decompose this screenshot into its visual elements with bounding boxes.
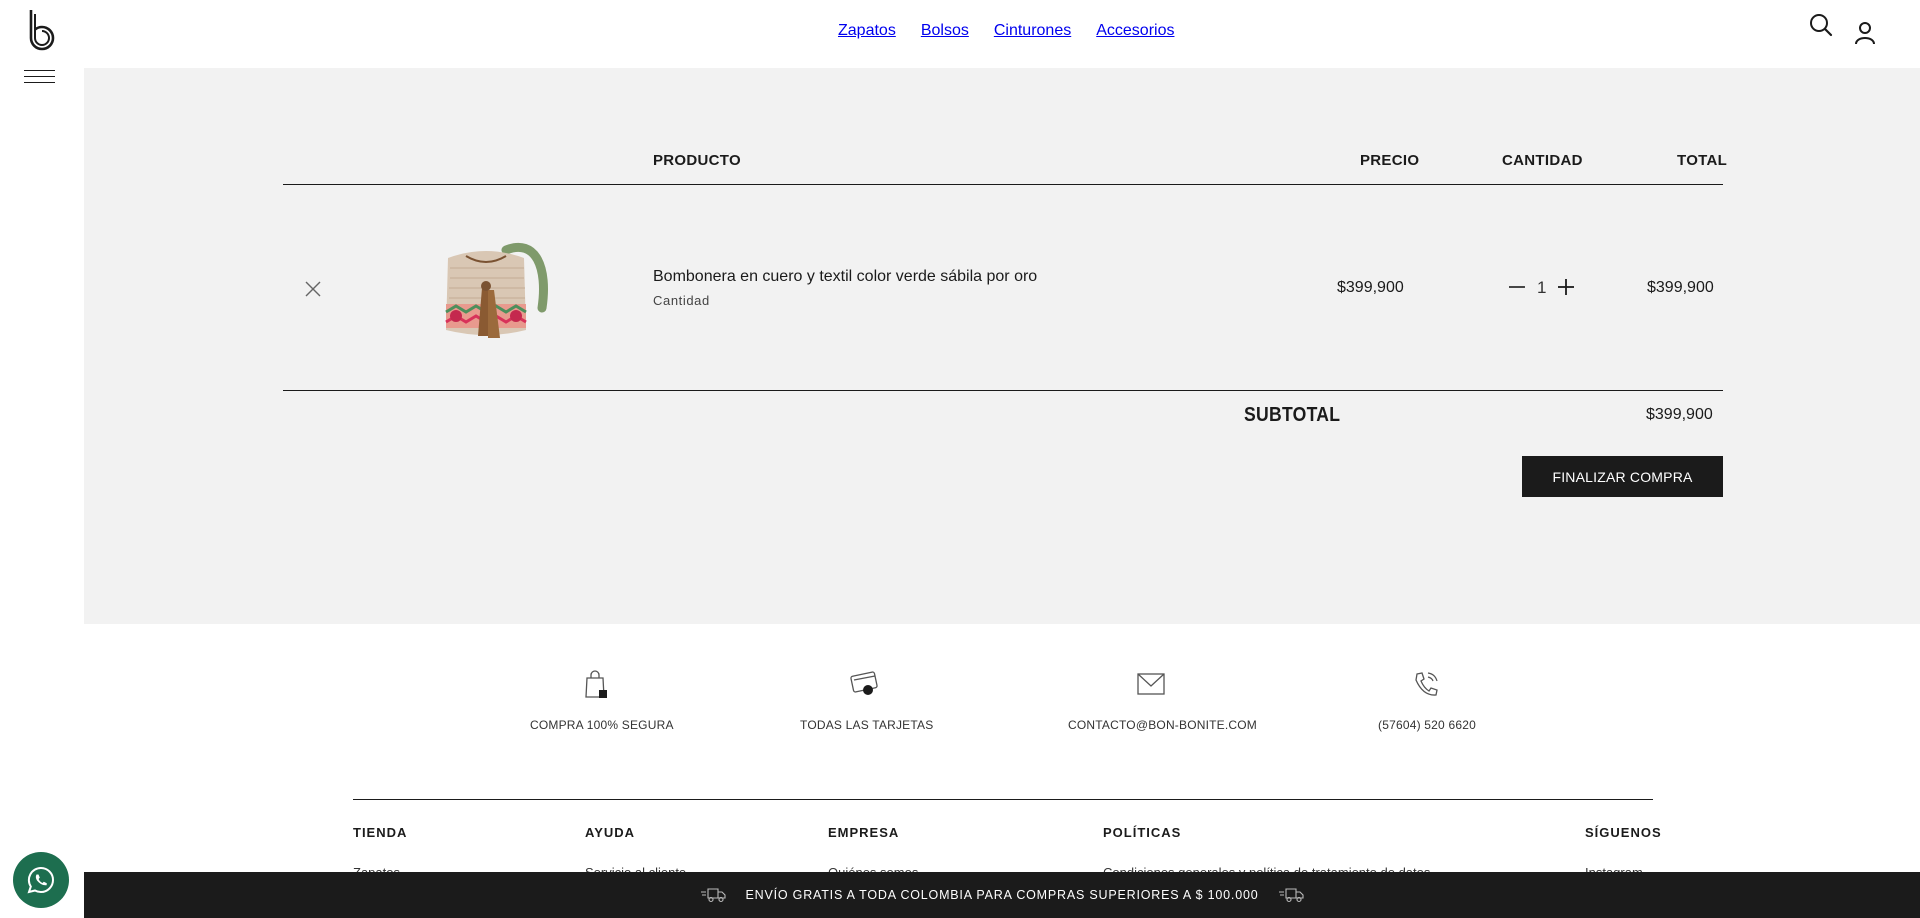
promo-text: ENVÍO GRATIS A TODA COLOMBIA PARA COMPRA…	[745, 888, 1259, 902]
delivery-truck-icon	[700, 888, 726, 903]
search-icon[interactable]	[1808, 12, 1834, 40]
main-nav: Zapatos Bolsos Cinturones Accesorios	[838, 22, 1174, 40]
minus-icon[interactable]	[1508, 276, 1526, 298]
quantity-value[interactable]: 1	[1537, 278, 1546, 298]
remove-item-icon[interactable]	[304, 280, 322, 298]
footer-heading-tienda: TIENDA	[353, 825, 408, 840]
nav-accesorios[interactable]: Accesorios	[1096, 22, 1174, 40]
nav-cinturones[interactable]: Cinturones	[994, 22, 1071, 40]
feature-email[interactable]: CONTACTO@BON-BONITE.COM	[1068, 668, 1257, 732]
site-header: Zapatos Bolsos Cinturones Accesorios	[84, 0, 1920, 68]
footer-heading-empresa: EMPRESA	[828, 825, 900, 840]
subtotal-label: SUBTOTAL	[1244, 404, 1341, 426]
product-quantity-label: Cantidad	[653, 293, 710, 308]
subtotal-divider	[283, 390, 1723, 391]
footer-heading-siguenos: SÍGUENOS	[1585, 825, 1662, 840]
footer-heading-ayuda: AYUDA	[585, 825, 636, 840]
nav-bolsos[interactable]: Bolsos	[921, 22, 969, 40]
feature-email-label[interactable]: CONTACTO@BON-BONITE.COM	[1068, 718, 1257, 732]
left-rail	[0, 0, 84, 918]
phone-icon	[1415, 672, 1438, 696]
card-icon	[850, 671, 878, 695]
plus-icon[interactable]	[1557, 276, 1575, 298]
header-total: TOTAL	[1677, 152, 1728, 169]
feature-phone[interactable]: (57604) 520 6620	[1378, 668, 1476, 732]
cart-panel	[84, 68, 1920, 624]
feature-phone-label[interactable]: (57604) 520 6620	[1378, 718, 1476, 732]
feature-secure-label: COMPRA 100% SEGURA	[530, 718, 674, 732]
footer-heading-politicas: POLÍTICAS	[1103, 825, 1182, 840]
whatsapp-icon	[27, 866, 54, 894]
whatsapp-button[interactable]	[13, 852, 69, 908]
checkout-button[interactable]: FINALIZAR COMPRA	[1522, 456, 1723, 497]
product-name[interactable]: Bombonera en cuero y textil color verde …	[653, 268, 1037, 286]
promo-bar: ENVÍO GRATIS A TODA COLOMBIA PARA COMPRA…	[84, 872, 1920, 918]
product-image[interactable]	[436, 228, 552, 348]
mail-icon	[1137, 673, 1165, 695]
menu-icon[interactable]	[24, 70, 55, 84]
header-divider	[283, 184, 1723, 185]
nav-zapatos[interactable]: Zapatos	[838, 22, 896, 40]
header-price: PRECIO	[1360, 152, 1420, 169]
brand-logo[interactable]	[26, 8, 56, 56]
subtotal-value: $399,900	[1646, 406, 1713, 423]
user-icon[interactable]	[1852, 20, 1878, 48]
footer-divider	[353, 799, 1653, 800]
secure-bag-icon	[585, 670, 607, 698]
header-quantity: CANTIDAD	[1502, 152, 1583, 169]
feature-cards: TODAS LAS TARJETAS	[800, 668, 934, 732]
delivery-truck-icon	[1279, 888, 1305, 903]
feature-secure: COMPRA 100% SEGURA	[530, 668, 674, 732]
item-total: $399,900	[1647, 279, 1714, 296]
feature-cards-label: TODAS LAS TARJETAS	[800, 718, 934, 732]
header-product: PRODUCTO	[653, 152, 741, 169]
item-price: $399,900	[1337, 279, 1404, 296]
